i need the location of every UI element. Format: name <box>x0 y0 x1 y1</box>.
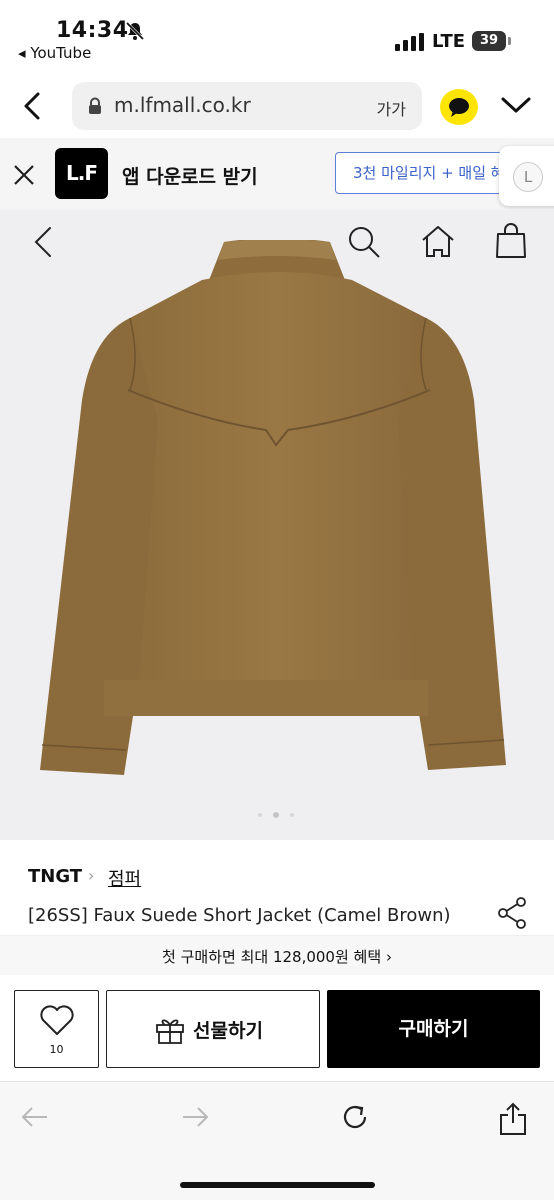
signal-icon <box>395 33 425 55</box>
close-icon[interactable] <box>12 163 36 191</box>
arrow-left-icon[interactable] <box>20 1102 50 1136</box>
silent-bell-icon <box>124 20 146 46</box>
product-info: TNGT › 점퍼 [26SS] Faux Suede Short Jacket… <box>0 840 554 940</box>
home-icon[interactable] <box>420 224 456 264</box>
wishlist-button[interactable]: 10 <box>14 990 99 1068</box>
arrow-right-icon[interactable] <box>180 1102 210 1136</box>
category-link[interactable]: 점퍼 <box>108 865 141 891</box>
clock: 14:34 <box>56 18 129 43</box>
chevron-down-icon[interactable] <box>500 94 532 120</box>
buy-button[interactable]: 구매하기 <box>327 990 540 1068</box>
back-app-label: YouTube <box>30 44 92 62</box>
gift-button[interactable]: 선물하기 <box>106 990 320 1068</box>
product-image-gallery[interactable] <box>0 210 554 840</box>
mileage-promo-button[interactable]: 3천 마일리지 + 매일 혜 <box>335 152 525 194</box>
back-to-app-link[interactable]: ◂ YouTube <box>18 44 91 62</box>
purchase-action-bar: 10 선물하기 구매하기 <box>0 975 554 1081</box>
browser-bar: m.lfmall.co.kr 가가 <box>0 72 554 138</box>
side-login-tab[interactable]: L <box>499 146 554 206</box>
gift-icon <box>155 1015 185 1049</box>
first-purchase-benefit-bar[interactable]: 첫 구매하면 최대 128,000원 혜택 › <box>0 935 554 975</box>
page-back-icon[interactable] <box>30 224 56 264</box>
home-indicator[interactable] <box>180 1182 375 1188</box>
url-text: m.lfmall.co.kr <box>114 93 251 117</box>
text-size-button[interactable]: 가가 <box>377 96 406 120</box>
kakao-talk-icon[interactable] <box>440 89 478 125</box>
app-download-banner: L.F 앱 다운로드 받기 3천 마일리지 + 매일 혜 <box>0 138 554 210</box>
benefit-text: 첫 구매하면 최대 128,000원 혜택 <box>162 948 382 966</box>
browser-back-icon[interactable] <box>18 88 48 124</box>
lock-icon <box>88 97 102 119</box>
chevron-right-icon: › <box>385 948 392 966</box>
brand-link[interactable]: TNGT <box>28 866 82 887</box>
lf-app-logo: L.F <box>55 148 108 199</box>
benefit-row: 첫 구매하면 최대 128,000원 혜택 › <box>0 946 554 967</box>
shopping-bag-icon[interactable] <box>494 222 528 264</box>
gallery-dot-active <box>273 812 279 818</box>
search-icon[interactable] <box>346 224 382 264</box>
app-download-title[interactable]: 앱 다운로드 받기 <box>122 162 258 189</box>
gift-label: 선물하기 <box>193 1020 263 1042</box>
battery-icon: 39 <box>472 31 506 51</box>
gallery-pagination <box>258 812 294 818</box>
address-bar[interactable]: m.lfmall.co.kr 가가 <box>72 82 422 130</box>
reload-icon[interactable] <box>340 1102 370 1136</box>
status-bar: 14:34 ◂ YouTube LTE 39 <box>0 0 554 72</box>
wishlist-count: 10 <box>49 1043 64 1056</box>
network-type: LTE <box>432 31 466 52</box>
chevron-right-icon: › <box>88 866 95 885</box>
share-icon[interactable] <box>496 896 528 934</box>
product-name: [26SS] Faux Suede Short Jacket (Camel Br… <box>28 905 451 926</box>
gallery-dot <box>290 813 294 817</box>
gallery-dot <box>258 813 262 817</box>
heart-icon <box>39 1004 75 1040</box>
product-jacket-image <box>40 240 506 775</box>
share-upload-icon[interactable] <box>498 1102 528 1140</box>
battery-tip <box>508 37 511 45</box>
login-letter-icon: L <box>513 162 543 192</box>
